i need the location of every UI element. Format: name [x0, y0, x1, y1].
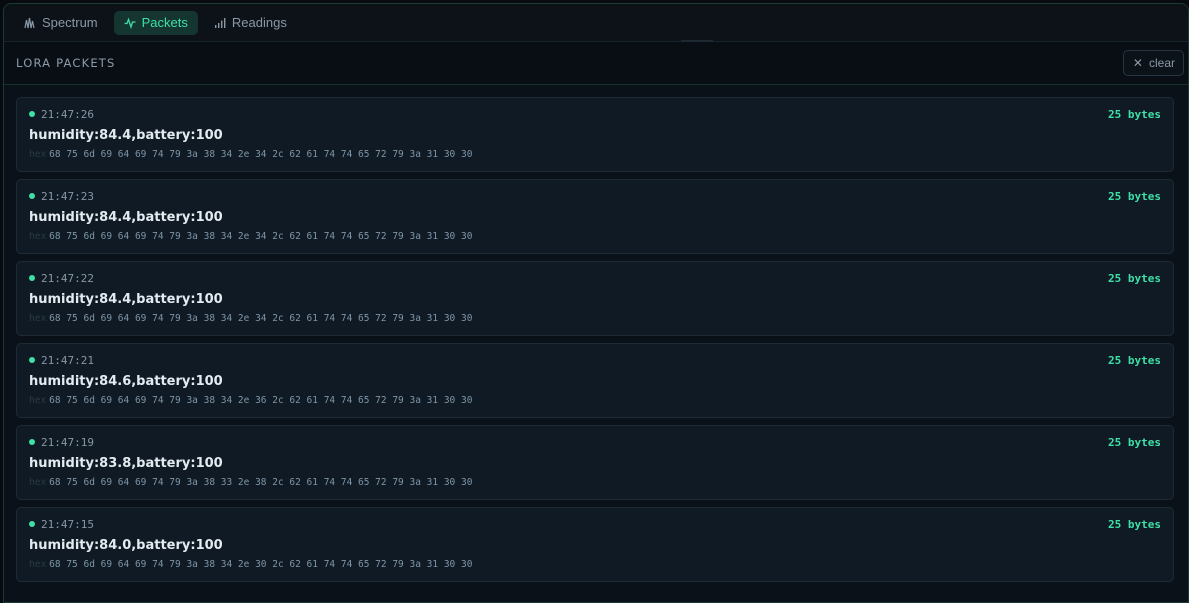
bar-signal-icon [214, 17, 226, 29]
packet-card[interactable]: 21:47:22 25 bytes humidity:84.4,battery:… [16, 261, 1174, 336]
packet-size: 25 bytes [1108, 435, 1161, 449]
hex-bytes: 68 75 6d 69 64 69 74 79 3a 38 34 2e 34 2… [49, 313, 473, 324]
packet-timestamp: 21:47:26 [29, 108, 94, 121]
packet-card[interactable]: 21:47:19 25 bytes humidity:83.8,battery:… [16, 425, 1174, 500]
packet-hex: hex 68 75 6d 69 64 69 74 79 3a 38 34 2e … [29, 395, 1161, 407]
clear-button[interactable]: ✕ clear [1122, 50, 1184, 76]
packet-hex: hex 68 75 6d 69 64 69 74 79 3a 38 34 2e … [29, 149, 1161, 161]
tab-label: Readings [231, 15, 287, 30]
status-dot-icon [29, 439, 35, 445]
packet-timestamp: 21:47:22 [29, 272, 94, 285]
clear-button-label: clear [1148, 56, 1175, 70]
status-dot-icon [29, 111, 35, 117]
status-dot-icon [29, 193, 35, 199]
packet-timestamp: 21:47:19 [29, 436, 94, 449]
packet-card[interactable]: 21:47:21 25 bytes humidity:84.6,battery:… [16, 343, 1174, 418]
packet-size: 25 bytes [1108, 353, 1161, 367]
packet-card[interactable]: 21:47:26 25 bytes humidity:84.4,battery:… [16, 97, 1174, 172]
packet-payload: humidity:84.4,battery:100 [29, 128, 223, 143]
hex-label: hex [29, 559, 47, 570]
packet-card[interactable]: 21:47:23 25 bytes humidity:84.4,battery:… [16, 179, 1174, 254]
packet-size: 25 bytes [1108, 517, 1161, 531]
packet-timestamp: 21:47:21 [29, 354, 94, 367]
packet-time: 21:47:21 [41, 353, 94, 367]
packet-time: 21:47:15 [41, 517, 94, 531]
packets-header: LORA PACKETS ✕ clear [4, 42, 1188, 85]
packet-card[interactable]: 21:47:15 25 bytes humidity:84.0,battery:… [16, 507, 1174, 582]
packet-hex: hex 68 75 6d 69 64 69 74 79 3a 38 34 2e … [29, 313, 1161, 325]
packet-time: 21:47:26 [41, 107, 94, 121]
hex-bytes: 68 75 6d 69 64 69 74 79 3a 38 34 2e 34 2… [49, 149, 473, 160]
hex-label: hex [29, 395, 47, 406]
tab-spectrum[interactable]: Spectrum [14, 11, 108, 35]
tab-label: Spectrum [42, 15, 98, 30]
page-title: LORA PACKETS [16, 56, 116, 70]
status-dot-icon [29, 275, 35, 281]
tab-packets[interactable]: Packets [113, 10, 198, 35]
packet-size: 25 bytes [1108, 107, 1161, 121]
hex-bytes: 68 75 6d 69 64 69 74 79 3a 38 33 2e 38 2… [49, 477, 473, 488]
packet-hex: hex 68 75 6d 69 64 69 74 79 3a 38 34 2e … [29, 231, 1161, 243]
hex-bytes: 68 75 6d 69 64 69 74 79 3a 38 34 2e 36 2… [49, 395, 473, 406]
packet-hex: hex 68 75 6d 69 64 69 74 79 3a 38 34 2e … [29, 559, 1161, 571]
packet-payload: humidity:84.6,battery:100 [29, 374, 223, 389]
packet-payload: humidity:84.4,battery:100 [29, 292, 223, 307]
hex-label: hex [29, 477, 47, 488]
app-window: Spectrum Packets Readings LORA PACKETS ✕… [3, 3, 1189, 603]
tab-bar: Spectrum Packets Readings [4, 4, 1188, 42]
tab-label: Packets [141, 15, 188, 30]
packet-size: 25 bytes [1108, 189, 1161, 203]
packet-list: 21:47:26 25 bytes humidity:84.4,battery:… [4, 85, 1188, 582]
packet-time: 21:47:23 [41, 189, 94, 203]
hex-bytes: 68 75 6d 69 64 69 74 79 3a 38 34 2e 34 2… [49, 231, 473, 242]
status-dot-icon [29, 521, 35, 527]
tab-readings[interactable]: Readings [204, 11, 297, 35]
packet-hex: hex 68 75 6d 69 64 69 74 79 3a 38 33 2e … [29, 477, 1161, 489]
hex-label: hex [29, 149, 47, 160]
packet-payload: humidity:83.8,battery:100 [29, 456, 223, 471]
packet-timestamp: 21:47:15 [29, 518, 94, 531]
packet-size: 25 bytes [1108, 271, 1161, 285]
spectrum-icon [24, 17, 36, 29]
status-dot-icon [29, 357, 35, 363]
close-icon: ✕ [1132, 56, 1143, 70]
packet-payload: humidity:84.0,battery:100 [29, 538, 223, 553]
resize-grip[interactable] [681, 40, 713, 42]
hex-label: hex [29, 231, 47, 242]
packet-payload: humidity:84.4,battery:100 [29, 210, 223, 225]
packet-time: 21:47:22 [41, 271, 94, 285]
hex-label: hex [29, 313, 47, 324]
hex-bytes: 68 75 6d 69 64 69 74 79 3a 38 34 2e 30 2… [49, 559, 473, 570]
packet-time: 21:47:19 [41, 435, 94, 449]
pulse-icon [124, 17, 136, 29]
packet-timestamp: 21:47:23 [29, 190, 94, 203]
